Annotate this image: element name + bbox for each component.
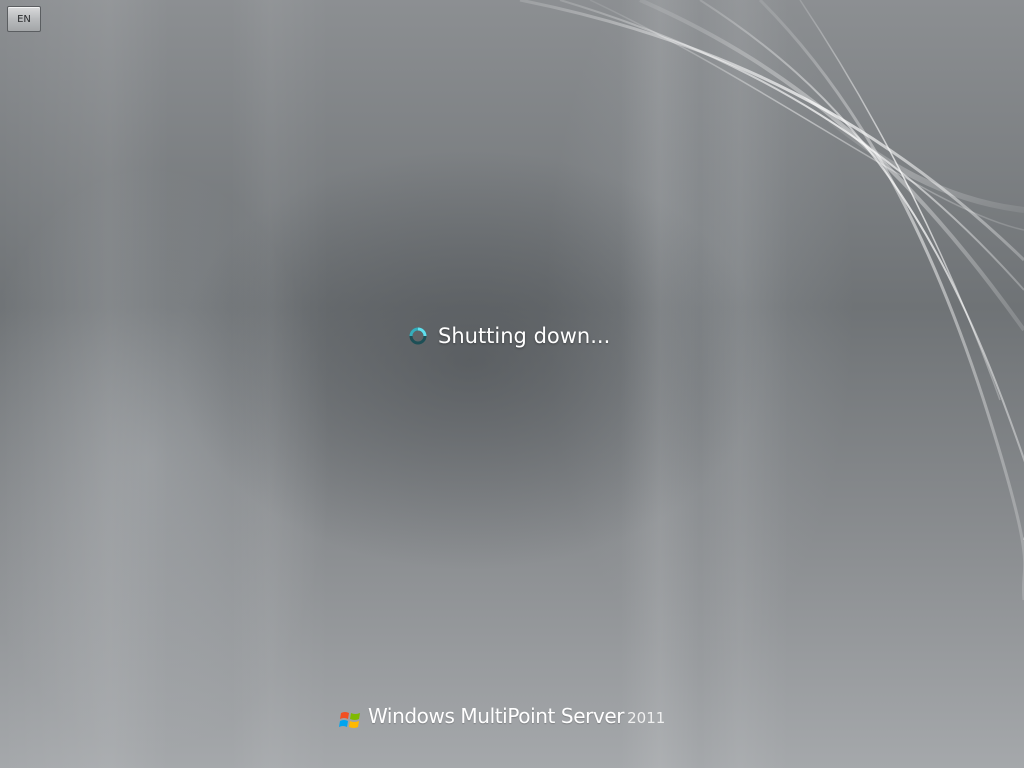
product-name: Windows MultiPoint Server — [368, 704, 625, 728]
product-year: 2011 — [627, 709, 666, 727]
status-text: Shutting down... — [438, 324, 611, 348]
product-branding: Windows MultiPoint Server 2011 — [338, 704, 665, 736]
background-curves — [519, 0, 1024, 601]
windows-logo-icon — [339, 712, 360, 728]
spinner-icon — [409, 327, 427, 345]
language-button[interactable]: EN — [7, 6, 41, 32]
shutdown-status: Shutting down... — [408, 320, 610, 352]
